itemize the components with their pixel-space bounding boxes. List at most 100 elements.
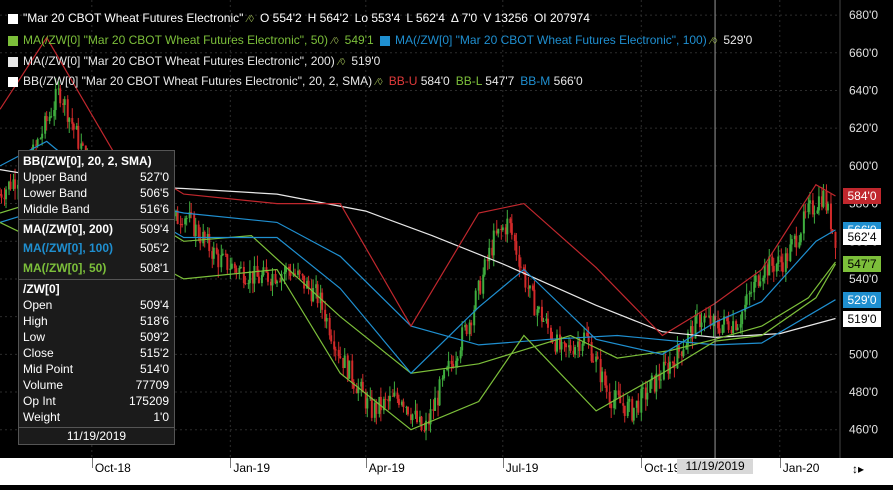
edit-icon[interactable]: ⁄◊ bbox=[339, 57, 346, 68]
edit-icon[interactable]: ⁄◊ bbox=[376, 77, 383, 88]
tt-value: 527'0 bbox=[140, 170, 169, 184]
candle-body bbox=[664, 361, 667, 363]
candle-body bbox=[703, 315, 706, 323]
x-tick-mark bbox=[230, 458, 232, 468]
x-tick-label: Jan-19 bbox=[233, 461, 271, 475]
expand-axis-icon[interactable]: ↕▸ bbox=[852, 462, 864, 476]
candle-body bbox=[518, 254, 521, 267]
candle-body bbox=[9, 181, 12, 189]
candle-body bbox=[789, 244, 792, 262]
tt-value: 506'5 bbox=[140, 186, 169, 200]
candle-body bbox=[312, 288, 315, 302]
y-tick-label: 620'0 bbox=[849, 121, 878, 135]
study-ma100[interactable]: MA(/ZW[0] "Mar 20 CBOT Wheat Futures Ele… bbox=[380, 31, 752, 49]
candle-body bbox=[443, 369, 446, 379]
candle-body bbox=[203, 231, 206, 240]
tt-low: Low 509'2 bbox=[23, 329, 169, 345]
candle-body bbox=[748, 293, 751, 295]
candle-body bbox=[519, 266, 522, 268]
candle-body bbox=[279, 281, 281, 283]
candle-body bbox=[455, 360, 458, 368]
candle-body bbox=[260, 275, 263, 284]
tt-open: Open 509'4 bbox=[23, 297, 169, 313]
tt-volume: Volume 77709 bbox=[23, 377, 169, 393]
ma100-label: MA(/ZW[0] "Mar 20 CBOT Wheat Futures Ele… bbox=[395, 33, 707, 47]
open-value: O 554'2 bbox=[260, 11, 302, 25]
candle-body bbox=[762, 277, 765, 282]
tt-label: MA(/ZW[0], 200) bbox=[23, 222, 113, 236]
candle-body bbox=[775, 263, 778, 272]
tt-upper-band: Upper Band 527'0 bbox=[23, 169, 169, 185]
ma50-swatch bbox=[8, 35, 18, 46]
candle-body bbox=[822, 190, 825, 207]
candle-body bbox=[36, 139, 39, 146]
study-ma50[interactable]: MA(/ZW[0] "Mar 20 CBOT Wheat Futures Ele… bbox=[8, 31, 374, 49]
symbol-header[interactable]: "Mar 20 CBOT Wheat Futures Electronic" ⁄◊… bbox=[8, 9, 596, 27]
candle-body bbox=[63, 99, 66, 105]
x-tick-mark bbox=[502, 458, 504, 468]
candle-body bbox=[217, 253, 220, 268]
candle-body bbox=[384, 398, 387, 400]
candle-body bbox=[230, 263, 233, 269]
candle-body bbox=[266, 272, 269, 282]
candle-body bbox=[348, 360, 351, 379]
candle-body bbox=[540, 306, 543, 322]
open-interest-value: OI 207974 bbox=[533, 11, 590, 25]
candle-body bbox=[578, 341, 581, 352]
candle-body bbox=[420, 416, 423, 431]
candle bbox=[649, 380, 652, 394]
candle-body bbox=[239, 266, 242, 268]
bbu-label: BB-U bbox=[388, 74, 418, 88]
candle-body bbox=[328, 317, 331, 336]
candle-body bbox=[48, 116, 51, 122]
edit-icon[interactable]: ⁄◊ bbox=[332, 36, 339, 47]
x-tick-label: Apr-19 bbox=[368, 461, 405, 475]
candle-body bbox=[316, 284, 319, 304]
bb-label: BB(/ZW[0] "Mar 20 CBOT Wheat Futures Ele… bbox=[23, 74, 373, 88]
candle-body bbox=[581, 343, 584, 352]
bbm-label: BB-M bbox=[520, 74, 551, 88]
data-tooltip: BB(/ZW[0], 20, 2, SMA) Upper Band 527'0 L… bbox=[18, 150, 175, 445]
symbol-swatch bbox=[8, 13, 18, 24]
tt-value: 77709 bbox=[135, 378, 169, 392]
candle-body bbox=[397, 398, 400, 405]
candle-body bbox=[253, 265, 256, 284]
candle-body bbox=[45, 116, 48, 122]
candle-body bbox=[601, 371, 604, 383]
x-axis-bar[interactable] bbox=[0, 458, 893, 485]
candle-body bbox=[808, 200, 811, 204]
chart-window: 680'0660'0640'0620'0600'0580'0560'0540'0… bbox=[0, 0, 893, 485]
tt-ma200: MA(/ZW[0], 200) 509'4 bbox=[23, 221, 169, 237]
candle-body bbox=[646, 392, 649, 400]
study-bb[interactable]: BB(/ZW[0] "Mar 20 CBOT Wheat Futures Ele… bbox=[8, 72, 583, 90]
candle-body bbox=[741, 311, 744, 325]
candle-body bbox=[555, 334, 558, 352]
candle-body bbox=[510, 223, 513, 235]
tt-weight: Weight 1'0 bbox=[23, 409, 169, 425]
candle-body bbox=[5, 189, 8, 200]
tt-value: 515'2 bbox=[140, 346, 169, 360]
candle-body bbox=[226, 254, 229, 270]
candle-body bbox=[215, 247, 218, 254]
candle-body bbox=[492, 230, 495, 256]
candle-body bbox=[614, 390, 617, 400]
edit-icon[interactable]: ⁄◊ bbox=[247, 14, 254, 25]
candle-body bbox=[727, 321, 730, 330]
tt-label: Lower Band bbox=[23, 186, 88, 200]
candle-body bbox=[497, 228, 500, 234]
candle-body bbox=[574, 347, 577, 355]
candle-body bbox=[59, 88, 62, 104]
candle-body bbox=[592, 361, 595, 363]
tt-ma100: MA(/ZW[0], 100) 505'2 bbox=[23, 240, 169, 256]
tt-value: 514'0 bbox=[140, 362, 169, 376]
candle-body bbox=[257, 276, 260, 284]
symbol-name: "Mar 20 CBOT Wheat Futures Electronic" bbox=[23, 11, 244, 25]
candle-body bbox=[415, 410, 418, 423]
candle-body bbox=[798, 242, 801, 248]
candle-body bbox=[465, 325, 468, 335]
edit-icon[interactable]: ⁄◊ bbox=[711, 36, 718, 47]
candle-body bbox=[184, 218, 187, 225]
candle-body bbox=[351, 360, 354, 383]
study-ma200[interactable]: MA(/ZW[0] "Mar 20 CBOT Wheat Futures Ele… bbox=[8, 52, 380, 70]
x-tick-label: Jul-19 bbox=[505, 461, 539, 475]
